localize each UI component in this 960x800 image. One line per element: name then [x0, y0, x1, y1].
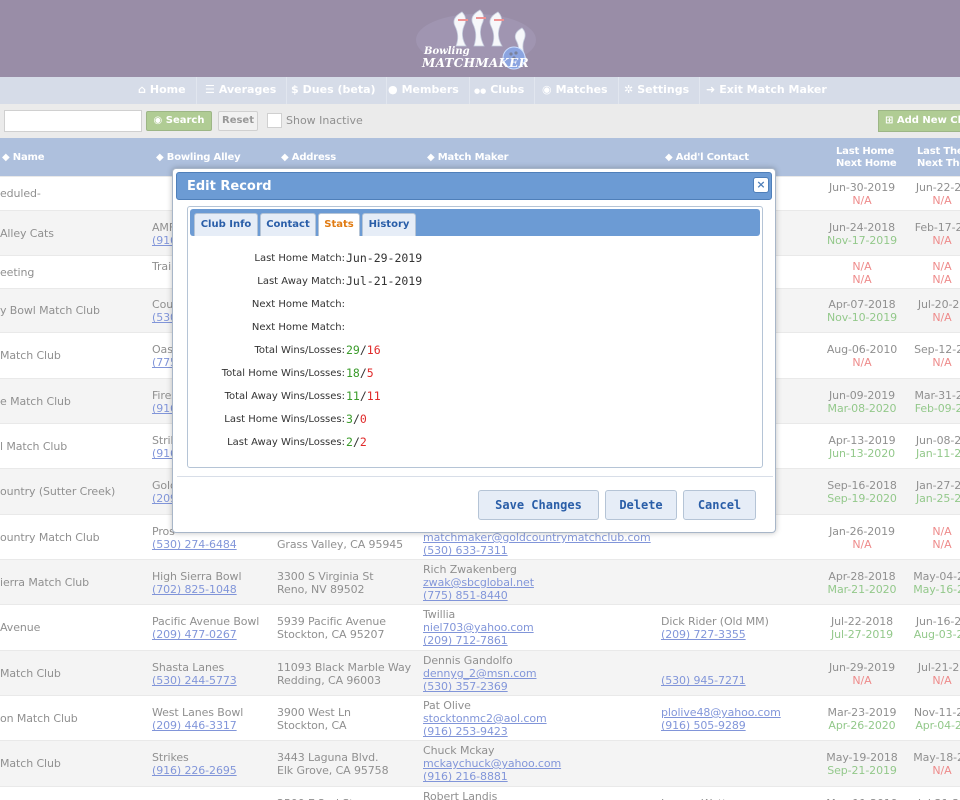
stat-label: Last Home Wins/Losses: [224, 414, 345, 425]
stat-label: Total Home Wins/Losses: [221, 368, 345, 379]
wins-losses-separator: / [359, 366, 367, 380]
stat-value: 2/2 [346, 435, 367, 449]
stat-label: Last Home Match: [254, 253, 345, 264]
save-changes-button[interactable]: Save Changes [478, 490, 599, 520]
wins-losses-separator: / [352, 412, 360, 426]
delete-button[interactable]: Delete [605, 490, 677, 520]
stat-value: 29/16 [346, 343, 381, 357]
stat-label: Next Home Match: [251, 322, 345, 333]
losses-value: 0 [359, 412, 367, 426]
tab-history[interactable]: History [362, 213, 416, 236]
wins-value: 29 [346, 343, 360, 357]
dialog-titlebar[interactable]: Edit Record [176, 172, 772, 200]
wins-value: 3 [346, 412, 353, 426]
wins-value: 11 [346, 389, 360, 403]
stat-label: Total Wins/Losses: [254, 345, 345, 356]
losses-value: 16 [366, 343, 381, 357]
dialog-divider [177, 476, 773, 477]
losses-value: 2 [359, 435, 367, 449]
tab-bar: Club Info Contact Stats History [190, 209, 760, 236]
stat-value: 11/11 [346, 389, 381, 403]
edit-record-dialog: Edit Record × Club Info Contact Stats Hi… [172, 168, 776, 533]
cancel-button[interactable]: Cancel [683, 490, 756, 520]
stat-label: Last Away Wins/Losses: [227, 437, 345, 448]
tab-club-info[interactable]: Club Info [194, 213, 258, 236]
close-icon[interactable]: × [753, 177, 769, 193]
stat-label: Last Away Match: [257, 276, 345, 287]
wins-losses-separator: / [359, 389, 367, 403]
stat-value: 18/5 [346, 366, 374, 380]
wins-value: 2 [346, 435, 353, 449]
stat-value: 3/0 [346, 412, 367, 426]
wins-losses-separator: / [359, 343, 367, 357]
wins-losses-separator: / [352, 435, 360, 449]
stat-label: Next Home Match: [251, 299, 345, 310]
stat-value: Jun-29-2019 [346, 251, 423, 265]
losses-value: 11 [366, 389, 381, 403]
losses-value: 5 [366, 366, 374, 380]
stat-label: Total Away Wins/Losses: [224, 391, 345, 402]
stat-value: Jul-21-2019 [346, 274, 423, 288]
tab-contact[interactable]: Contact [260, 213, 316, 236]
tab-stats[interactable]: Stats [318, 213, 360, 236]
wins-value: 18 [346, 366, 360, 380]
dialog-tabs: Club Info Contact Stats History Last Hom… [187, 206, 763, 468]
dialog-title: Edit Record [187, 179, 272, 194]
